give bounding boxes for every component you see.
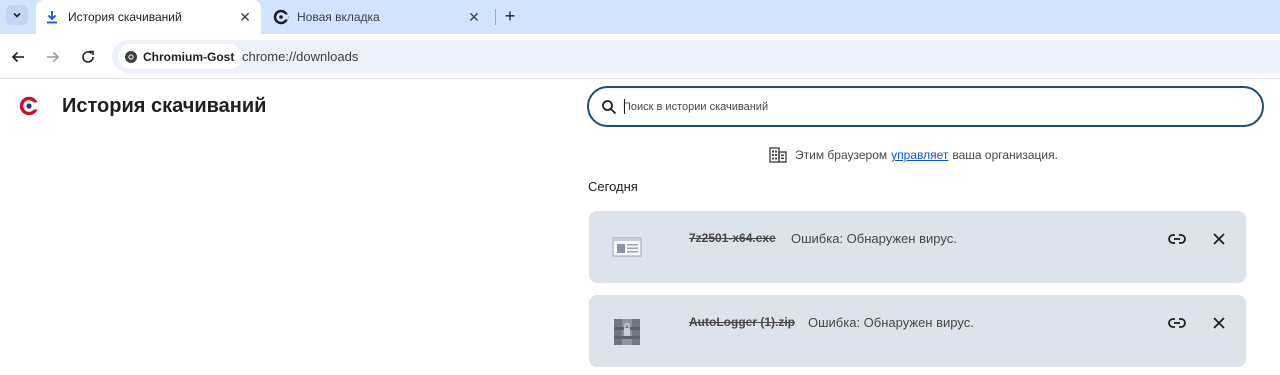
page-title: История скачиваний: [62, 95, 267, 117]
toolbar: Chromium-Gost chrome://downloads: [0, 34, 1280, 79]
download-status: Ошибка: Обнаружен вирус.: [808, 315, 974, 330]
search-input[interactable]: [623, 97, 1223, 117]
download-icon: [44, 9, 60, 25]
arrow-right-icon: [47, 51, 60, 63]
tab-title: Новая вкладка: [297, 10, 380, 24]
managed-link[interactable]: управляет: [891, 148, 948, 162]
download-item: AutoLogger (1).zip Ошибка: Обнаружен вир…: [589, 295, 1246, 367]
tab-search-button[interactable]: [6, 5, 28, 25]
managed-notice: Этим браузером управляет ваша организаци…: [769, 147, 1058, 163]
tab-strip: История скачиваний ✕ Новая вкладка ✕ +: [0, 0, 1280, 34]
reload-icon: [82, 50, 94, 63]
download-status: Ошибка: Обнаружен вирус.: [791, 231, 957, 246]
remove-download-button[interactable]: [1209, 229, 1229, 249]
download-item: 7z2501-x64.exe Ошибка: Обнаружен вирус.: [589, 211, 1246, 283]
copy-link-button[interactable]: [1167, 229, 1187, 249]
exe-file-icon: [612, 237, 642, 257]
chromium-gost-icon: [273, 9, 289, 25]
date-heading: Сегодня: [588, 179, 638, 194]
archive-file-icon: [614, 319, 640, 345]
close-icon: [1213, 233, 1225, 245]
tab-close-button[interactable]: ✕: [237, 9, 253, 25]
close-icon: [1213, 317, 1225, 329]
tab-title: История скачиваний: [68, 10, 182, 24]
chromium-gost-logo-icon: [19, 96, 39, 116]
new-tab-button[interactable]: +: [500, 6, 520, 26]
text-caret: [624, 99, 625, 114]
tab-downloads[interactable]: История скачиваний ✕: [36, 0, 261, 34]
download-filename: 7z2501-x64.exe: [689, 231, 776, 245]
copy-link-button[interactable]: [1167, 313, 1187, 333]
link-icon: [1168, 318, 1186, 328]
tab-close-button[interactable]: ✕: [466, 9, 482, 25]
building-icon: [769, 147, 787, 163]
chromium-icon: [124, 50, 138, 64]
site-info-chip[interactable]: Chromium-Gost: [118, 44, 243, 69]
site-chip-label: Chromium-Gost: [143, 49, 235, 64]
address-bar[interactable]: Chromium-Gost chrome://downloads: [112, 40, 1280, 73]
reload-button[interactable]: [77, 46, 99, 68]
download-filename: AutoLogger (1).zip: [689, 315, 795, 329]
forward-button[interactable]: [42, 46, 64, 68]
url-text[interactable]: chrome://downloads: [242, 49, 358, 64]
search-icon: [602, 100, 617, 115]
managed-text-suffix: ваша организация.: [952, 148, 1058, 162]
chevron-down-icon: [13, 12, 21, 18]
tab-new-tab[interactable]: Новая вкладка ✕: [265, 0, 490, 34]
arrow-left-icon: [11, 51, 24, 63]
remove-download-button[interactable]: [1209, 313, 1229, 333]
managed-text-prefix: Этим браузером: [795, 148, 888, 162]
search-field[interactable]: [587, 86, 1264, 127]
back-button[interactable]: [7, 46, 29, 68]
tab-divider: [495, 9, 496, 25]
link-icon: [1168, 234, 1186, 244]
